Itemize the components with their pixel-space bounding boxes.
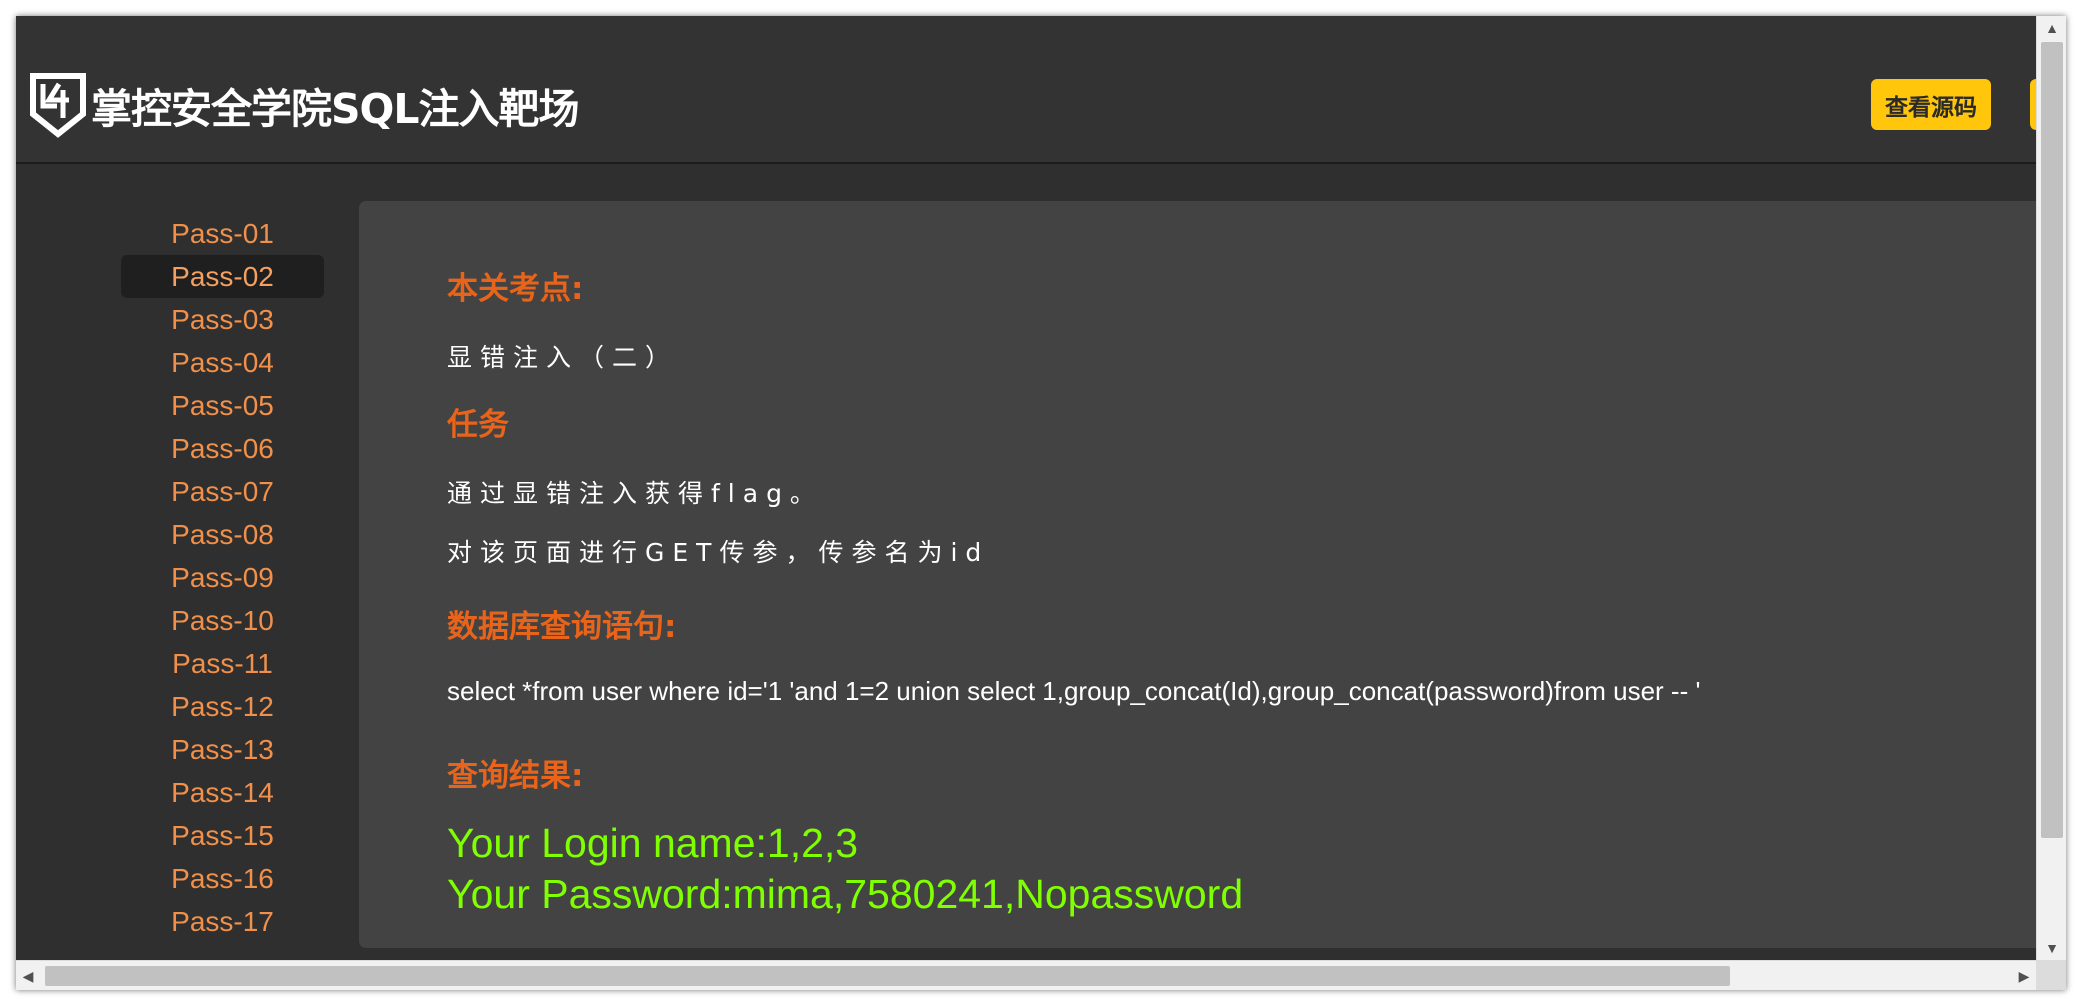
level-content-panel: 本关考点: 显错注入（二） 任务 通过显错注入获得flag。 对该页面进行GET… [359, 201, 2036, 948]
horizontal-scroll-thumb[interactable] [45, 966, 1730, 986]
sidebar-item-pass-07[interactable]: Pass-07 [121, 470, 324, 513]
query-heading: 数据库查询语句: [447, 609, 677, 645]
browser-window: 掌控安全学院SQL注入靶场 查看源码 Pass-01 Pass-02 Pass-… [16, 16, 2066, 990]
horizontal-scrollbar[interactable]: ◀ ▶ [16, 960, 2036, 990]
vertical-scrollbar[interactable]: ▲ ▼ [2036, 16, 2066, 960]
task-line-1: 通过显错注入获得flag。 [447, 479, 823, 508]
sidebar-item-pass-04[interactable]: Pass-04 [121, 341, 324, 384]
vertical-scroll-thumb[interactable] [2041, 42, 2063, 838]
sidebar-item-pass-06[interactable]: Pass-06 [121, 427, 324, 470]
result-password: Your Password:mima,7580241,Nopassword [447, 871, 1244, 917]
scroll-down-arrow-icon[interactable]: ▼ [2037, 936, 2066, 960]
site-logo[interactable]: 掌控安全学院SQL注入靶场 [29, 72, 580, 138]
sidebar-item-pass-02[interactable]: Pass-02 [121, 255, 324, 298]
sidebar-item-pass-16[interactable]: Pass-16 [121, 857, 324, 900]
task-line-2: 对该页面进行GET传参，传参名为id [447, 538, 990, 567]
sidebar-item-pass-03[interactable]: Pass-03 [121, 298, 324, 341]
level-sidebar: Pass-01 Pass-02 Pass-03 Pass-04 Pass-05 … [121, 212, 324, 943]
sidebar-item-pass-11[interactable]: Pass-11 [121, 642, 324, 685]
sidebar-item-pass-15[interactable]: Pass-15 [121, 814, 324, 857]
sidebar-item-pass-05[interactable]: Pass-05 [121, 384, 324, 427]
result-login-name: Your Login name:1,2,3 [447, 820, 859, 866]
sidebar-item-pass-12[interactable]: Pass-12 [121, 685, 324, 728]
page-viewport: 掌控安全学院SQL注入靶场 查看源码 Pass-01 Pass-02 Pass-… [16, 16, 2036, 960]
query-text: select *from user where id='1 'and 1=2 u… [447, 676, 1701, 706]
scroll-left-arrow-icon[interactable]: ◀ [16, 961, 40, 990]
scroll-right-arrow-icon[interactable]: ▶ [2012, 961, 2036, 990]
site-header: 掌控安全学院SQL注入靶场 查看源码 [16, 16, 2036, 164]
sidebar-item-pass-09[interactable]: Pass-09 [121, 556, 324, 599]
scroll-up-arrow-icon[interactable]: ▲ [2037, 16, 2066, 40]
sidebar-item-pass-17[interactable]: Pass-17 [121, 900, 324, 943]
sidebar-item-pass-08[interactable]: Pass-08 [121, 513, 324, 556]
sidebar-item-pass-13[interactable]: Pass-13 [121, 728, 324, 771]
site-title: 掌控安全学院SQL注入靶场 [91, 85, 580, 133]
view-source-button[interactable]: 查看源码 [1871, 79, 1991, 130]
topic-heading: 本关考点: [447, 271, 584, 307]
task-heading: 任务 [447, 407, 509, 443]
topic-text: 显错注入（二） [447, 343, 679, 372]
scrollbar-corner [2036, 960, 2066, 990]
shield-logo-icon [30, 73, 86, 138]
sidebar-item-pass-10[interactable]: Pass-10 [121, 599, 324, 642]
result-heading: 查询结果: [447, 758, 584, 794]
sidebar-item-pass-14[interactable]: Pass-14 [121, 771, 324, 814]
sidebar-item-pass-01[interactable]: Pass-01 [121, 212, 324, 255]
